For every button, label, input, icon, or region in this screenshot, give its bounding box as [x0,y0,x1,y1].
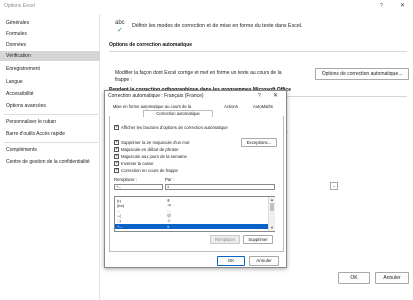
chevron-down-icon[interactable]: ⌄ [330,182,338,190]
checkbox[interactable] [114,167,119,173]
delete-button[interactable]: Supprimer [243,235,273,244]
options-sidebar: Générales Formules Données Vérification … [0,14,100,300]
autocorrect-options-button[interactable]: Options de correction automatique... [315,68,409,80]
sidebar-divider [4,142,98,143]
checkbox[interactable] [114,124,119,130]
modify-description: Modifier la façon dont Excel corrige et … [115,70,282,83]
replace-button[interactable]: Remplacer [210,235,240,244]
scroll-up-icon[interactable]: ▲ [270,197,274,202]
section-title-autocorrect: Options de correction automatique [109,42,193,48]
checkbox-label: Majuscule en début de phrase [121,146,179,152]
sidebar-item-barre-acces-rapide[interactable]: Barre d'outils Accès rapide [0,129,100,139]
sidebar-item-donnees[interactable]: Données [0,40,100,50]
checkbox[interactable] [114,139,119,145]
list-item-selected[interactable]: +-- ± [115,224,268,229]
checkbox-label: Inverser la casse [121,160,154,166]
typing-correction-checkbox-row[interactable]: Correction en cours de frappe [114,167,178,173]
window-titlebar: Options Excel ? ✕ [0,0,413,13]
replace-input[interactable]: +-- [114,184,163,190]
sidebar-item-options-avancees[interactable]: Options avancées [0,101,100,111]
dialog-cancel-button[interactable]: Annuler [249,256,279,266]
invert-case-checkbox-row[interactable]: Inverser la casse [114,160,153,166]
sidebar-item-formules[interactable]: Formules [0,29,100,39]
sidebar-item-personnaliser-ruban[interactable]: Personnaliser le ruban [0,117,100,127]
dialog-titlebar: Correction automatique : Français (Franc… [105,91,286,101]
list-item[interactable]: :-) ☺ [115,218,268,223]
sidebar-item-generales[interactable]: Générales [0,18,100,28]
tab-automaths[interactable]: AutoMaths [248,104,278,116]
checkmark-icon: ✓ [117,27,123,34]
sidebar-item-enregistrement[interactable]: Enregistrement [0,64,100,74]
scroll-down-icon[interactable]: ▼ [270,225,274,230]
replace-label: Remplacer : [114,177,138,182]
ok-button[interactable]: OK [338,272,370,284]
tab-actions[interactable]: Actions [219,104,243,116]
sidebar-item-accessibilite[interactable]: Accessibilité [0,89,100,99]
dialog-ok-button[interactable]: OK [217,256,245,266]
checkbox-label: Correction en cours de frappe [121,167,178,173]
dialog-close-icon[interactable]: ✕ [273,92,278,99]
by-input[interactable]: ± [165,184,275,190]
window-title: Options Excel [4,3,35,9]
checkbox[interactable] [114,153,119,159]
page-description: Définir les modes de correction et de mi… [132,23,303,29]
sidebar-item-langue[interactable]: Langue [0,77,100,87]
exceptions-button[interactable]: Exceptions... [241,138,277,147]
by-label: Par : [165,177,175,182]
checkbox-label: Supprimer la 2e majuscule d'un mot [121,139,190,145]
list-scrollbar[interactable]: ▲ ▼ [268,197,275,231]
replacement-list[interactable]: (r) ® (tm) ™ ... … :-( ☹ :-) ☺ +-- ± ▲ ▼ [114,196,275,232]
checkbox-label: Majuscule aux jours de la semaine [121,153,187,159]
second-capital-checkbox-row[interactable]: Supprimer la 2e majuscule d'un mot [114,139,189,145]
scroll-thumb[interactable] [270,203,274,211]
dialog-title: Correction automatique : Français (Franc… [108,93,204,99]
sentence-capital-checkbox-row[interactable]: Majuscule en début de phrase [114,146,179,152]
checkbox[interactable] [114,160,119,166]
checkbox[interactable] [114,146,119,152]
cancel-button[interactable]: Annuler [375,272,409,284]
dialog-help-icon[interactable]: ? [258,93,261,99]
show-options-buttons-checkbox-row[interactable]: Afficher les boutons d'options de correc… [114,124,228,130]
sidebar-divider [4,114,98,115]
help-icon[interactable]: ? [380,3,383,9]
weekday-capital-checkbox-row[interactable]: Majuscule aux jours de la semaine [114,153,187,159]
sidebar-item-centre-confidentialite[interactable]: Centre de gestion de la confidentialité [0,157,100,167]
sidebar-item-complements[interactable]: Compléments [0,145,100,155]
checkbox-label: Afficher les boutons d'options de correc… [121,124,228,130]
section-divider [109,51,407,52]
close-icon[interactable]: ✕ [400,2,405,9]
sidebar-item-verification[interactable]: Vérification [0,51,100,61]
